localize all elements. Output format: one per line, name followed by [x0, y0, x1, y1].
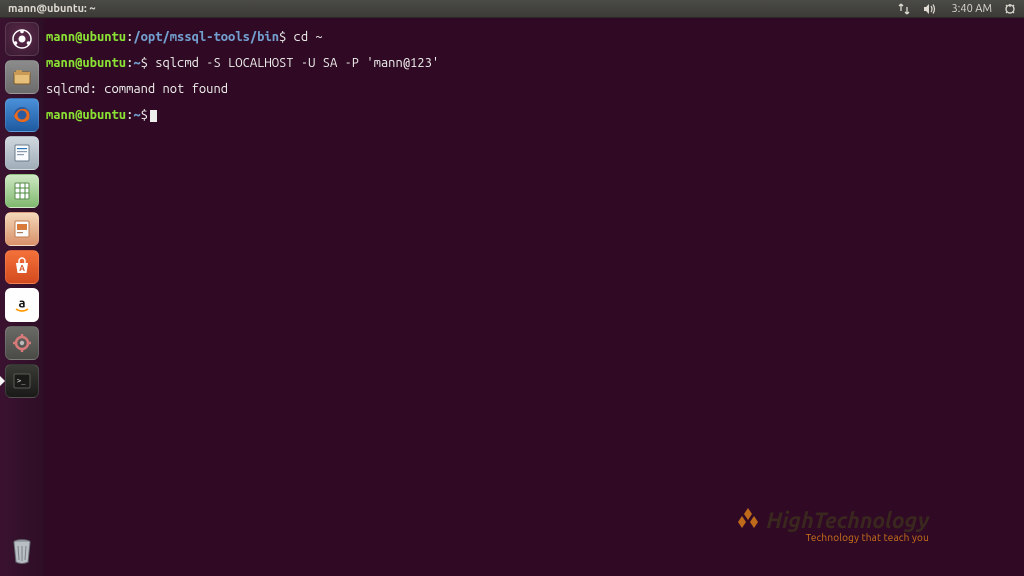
sound-icon[interactable] — [923, 3, 939, 15]
svg-text:A: A — [19, 264, 25, 273]
top-menu-bar: mann@ubuntu: ~ 3:40 AM — [0, 0, 1024, 18]
watermark-brand: HighTechnology — [766, 508, 929, 533]
prompt-path: /opt/mssql-tools/bin — [133, 30, 279, 44]
launcher-writer[interactable] — [5, 136, 39, 170]
launcher-calc[interactable] — [5, 174, 39, 208]
terminal-line: sqlcmd: command not found — [46, 83, 1022, 96]
svg-text:a: a — [18, 297, 25, 311]
command-text: sqlcmd -S LOCALHOST -U SA -P 'mann@123' — [148, 56, 439, 70]
launcher-files[interactable] — [5, 60, 39, 94]
launcher-trash[interactable] — [5, 534, 39, 568]
session-icon[interactable] — [1004, 3, 1016, 15]
launcher-dash[interactable] — [5, 22, 39, 56]
launcher-amazon[interactable]: a — [5, 288, 39, 322]
terminal-line: mann@ubuntu:~$ — [46, 109, 1022, 122]
launcher-firefox[interactable] — [5, 98, 39, 132]
network-icon[interactable] — [897, 3, 911, 15]
window-title: mann@ubuntu: ~ — [8, 3, 897, 15]
watermark: HighTechnology Technology that teach you — [734, 506, 929, 534]
clock[interactable]: 3:40 AM — [951, 3, 992, 15]
launcher-impress[interactable] — [5, 212, 39, 246]
svg-text:>_: >_ — [17, 377, 26, 385]
status-area: 3:40 AM — [897, 3, 1016, 15]
terminal-line: mann@ubuntu:/opt/mssql-tools/bin$ cd ~ — [46, 31, 1022, 44]
launcher-settings[interactable] — [5, 326, 39, 360]
launcher-software[interactable]: A — [5, 250, 39, 284]
prompt-path: ~ — [133, 56, 140, 70]
watermark-logo-icon — [734, 506, 762, 534]
prompt-user: mann@ubuntu — [46, 108, 126, 122]
prompt-path: ~ — [133, 108, 140, 122]
launcher-dock: A a >_ — [0, 18, 44, 576]
prompt-user: mann@ubuntu — [46, 56, 126, 70]
command-text: cd ~ — [286, 30, 322, 44]
terminal-line: mann@ubuntu:~$ sqlcmd -S LOCALHOST -U SA… — [46, 57, 1022, 70]
watermark-tagline: Technology that teach you — [806, 532, 929, 543]
terminal-window[interactable]: mann@ubuntu:/opt/mssql-tools/bin$ cd ~ m… — [44, 18, 1024, 576]
prompt-user: mann@ubuntu — [46, 30, 126, 44]
cursor-icon — [150, 110, 157, 122]
launcher-terminal[interactable]: >_ — [5, 364, 39, 398]
output-text: sqlcmd: command not found — [46, 82, 228, 96]
